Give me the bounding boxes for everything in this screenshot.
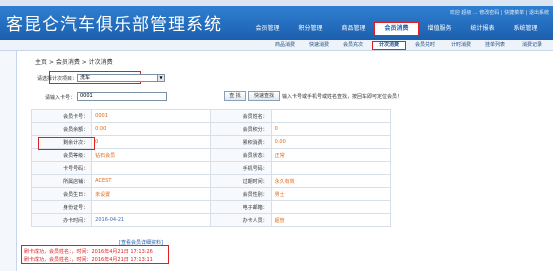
info-label: 过期时间： (210, 174, 272, 188)
swipe-log-line: 刷卡成功，会员姓名：，时间：2016年4月21日 17:13:26 (24, 249, 153, 255)
info-value: 0001 (91, 109, 212, 123)
quick-search-button[interactable]: 快速查找 (248, 91, 280, 101)
table-row: 卡号号码： 手机号码： (30, 161, 392, 175)
subnav-timed-consumption[interactable]: 计时消费 (444, 41, 478, 50)
search-button[interactable]: 查 找 (224, 91, 246, 101)
swipe-log-line: 刷卡成功，会员姓名：，时间：2016年4月21日 17:13:11 (24, 257, 153, 263)
info-value: 未设置 (91, 187, 212, 201)
nav-statistics-reports[interactable]: 统计报表 (461, 23, 504, 35)
remaining-count-highlight (38, 137, 95, 150)
nav-member-management[interactable]: 会员管理 (246, 23, 289, 35)
sidebar (0, 51, 17, 271)
info-value: 男士 (270, 187, 392, 201)
info-label: 会员卡号： (30, 109, 93, 123)
table-row: 会员卡号： 0001 会员姓名： (30, 109, 392, 123)
info-label: 所属店铺： (30, 174, 93, 188)
info-value: ACEST (91, 174, 212, 188)
subnav-count-consumption[interactable]: 计次消费 (372, 41, 406, 50)
info-value (91, 200, 212, 214)
main-nav: 会员管理 积分管理 商品管理 会员消费 增值服务 统计报表 系统管理 (246, 22, 547, 36)
subnav-consumption-records[interactable]: 消费记录 (514, 41, 550, 50)
info-label: 卡号号码： (30, 161, 93, 175)
nav-goods-management[interactable]: 商品管理 (332, 23, 375, 35)
chevron-down-icon[interactable]: ▼ (157, 75, 164, 81)
member-info-table: 会员卡号： 0001 会员姓名： 会员余额： 0.00 会员积分： 0 剩余计次… (30, 109, 392, 227)
info-label: 手机号码： (210, 161, 272, 175)
search-hint: 输入卡号或手机号或姓名查找，按回车即可定位会员！ (282, 94, 403, 100)
nav-points-management[interactable]: 积分管理 (289, 23, 332, 35)
info-label: 身份证号： (30, 200, 93, 214)
nav-value-added-services[interactable]: 增值服务 (418, 23, 461, 35)
info-value: 0 (270, 122, 392, 136)
subnav-quick-consumption[interactable]: 快速消费 (302, 41, 336, 50)
app-header: 客昆仑汽车俱乐部管理系统 欢迎 超级 ... 修改密码 | 快捷菜单 | 退出系… (0, 6, 553, 40)
nav-member-consumption[interactable]: 会员消费 (374, 22, 419, 36)
info-label: 电子邮箱： (210, 200, 272, 214)
info-label: 办卡人员： (210, 213, 272, 227)
table-row: 所属店铺： ACEST 过期时间： 永久有效 (30, 174, 392, 188)
table-row: 办卡时间： 2016-04-21 办卡人员： 超管 (30, 213, 392, 227)
info-label: 会员余额： (30, 122, 93, 136)
table-row: 会员等级： 钻石会员 会员状态： 正常 (30, 148, 392, 162)
subnav-pending-orders[interactable]: 挂单列表 (478, 41, 512, 50)
info-value: 永久有效 (270, 174, 392, 188)
main-content: 主页 > 会员消费 > 计次消费 请选择计次项目： 洗车 ▼ 请输入卡号： 00… (17, 51, 553, 271)
card-input-label: 请输入卡号： (44, 95, 75, 101)
info-label: 会员等级： (30, 148, 93, 162)
info-label: 会员姓名： (210, 109, 272, 123)
info-value (270, 200, 392, 214)
info-value (91, 161, 212, 175)
subnav-member-time[interactable]: 会员兑时 (408, 41, 442, 50)
info-value: 钻石会员 (91, 148, 212, 162)
breadcrumb: 主页 > 会员消费 > 计次消费 (35, 59, 113, 66)
info-value: 2016-04-21 (91, 213, 212, 227)
table-row: 身份证号： 电子邮箱： (30, 200, 392, 214)
type-select-label: 请选择计次项目： (37, 76, 78, 82)
info-value: 0.00 (91, 122, 212, 136)
info-label: 办卡时间： (30, 213, 93, 227)
card-number-input[interactable]: 0001 (77, 92, 167, 101)
count-item-select-value: 洗车 (80, 75, 91, 81)
info-value: 0 (91, 135, 212, 149)
nav-system-management[interactable]: 系统管理 (504, 23, 547, 35)
info-value: 正常 (270, 148, 392, 162)
info-value: 0.00 (270, 135, 392, 149)
info-label: 会员生日： (30, 187, 93, 201)
info-label: 会员性别： (210, 187, 272, 201)
subnav-goods-consumption[interactable]: 商品消费 (268, 41, 302, 50)
table-row: 会员生日： 未设置 会员性别： 男士 (30, 187, 392, 201)
welcome-links[interactable]: 欢迎 超级 ... 修改密码 | 快捷菜单 | 退出系统 (450, 9, 549, 16)
info-label: 累积消费： (210, 135, 272, 149)
table-row: 会员余额： 0.00 会员积分： 0 (30, 122, 392, 136)
info-value (270, 109, 392, 123)
app-logo: 客昆仑汽车俱乐部管理系统 (6, 15, 222, 35)
info-value: 超管 (270, 213, 392, 227)
info-label: 会员状态： (210, 148, 272, 162)
count-item-select[interactable]: 洗车 ▼ (77, 74, 165, 82)
info-value (270, 161, 392, 175)
sub-nav: 商品消费 快速消费 会员充次 计次消费 会员兑时 计时消费 挂单列表 消费记录 (0, 40, 553, 51)
subnav-member-recharge-count[interactable]: 会员充次 (336, 41, 370, 50)
info-label: 会员积分： (210, 122, 272, 136)
